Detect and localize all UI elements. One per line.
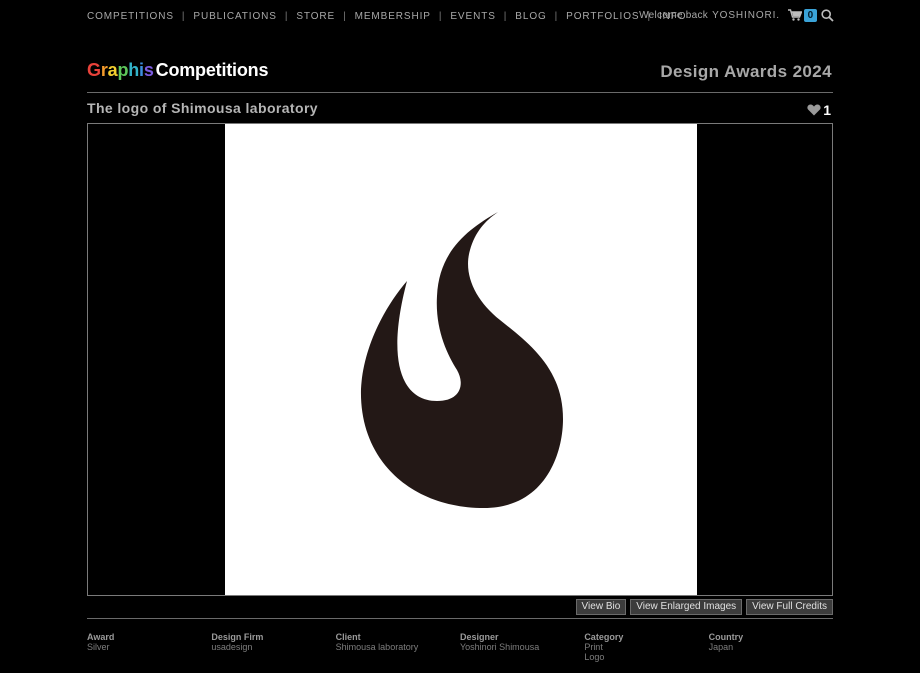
view-bio-button[interactable]: View Bio [575,599,627,615]
credit-value: Print [584,642,603,652]
credit-award: Award Silver [87,632,211,662]
flame-logo-icon [360,212,563,508]
nav-link-blog[interactable]: BLOG [515,11,546,22]
credit-label: Country [708,632,744,642]
nav-link-membership[interactable]: MEMBERSHIP [355,11,431,22]
entry-actions: View Bio View Enlarged Images View Full … [575,599,833,615]
credit-label: Category [584,632,624,642]
nav-link-competitions[interactable]: COMPETITIONS [87,11,174,22]
search-icon[interactable] [821,8,834,22]
image-viewer[interactable] [87,123,833,596]
credit-label: Designer [459,632,499,642]
nav-link-events[interactable]: EVENTS [450,11,495,22]
cart-count-badge[interactable]: 0 [804,8,817,22]
brand-competitions: Competitions [155,60,269,80]
view-full-credits-button[interactable]: View Full Credits [746,599,833,615]
brand-letter: G [87,60,101,80]
account-area: Welcome back YOSHINORI. 0 [639,8,834,22]
brand-letter: p [117,60,129,80]
credit-value: Shimousa laboratory [335,642,419,652]
nav-link-publications[interactable]: PUBLICATIONS [193,11,276,22]
credit-value: usadesign [211,642,253,652]
entry-title: The logo of Shimousa laboratory [87,100,318,116]
nav-separator: | [438,10,443,22]
credits-row: Award Silver Design Firm usadesign Client Shi… [87,632,833,662]
nav-separator: | [343,10,347,22]
brand-letter: r [100,60,108,80]
brand-letter: a [107,60,118,80]
credits-divider [87,618,833,619]
header-divider [87,92,833,93]
credit-value: Yoshinori Shimousa [459,642,540,652]
nav-separator: | [554,10,559,22]
username-link[interactable]: YOSHINORI. [712,10,780,21]
brand-letter: h [128,60,140,80]
credit-label: Award [87,632,115,642]
like-counter[interactable]: 1 [807,102,831,118]
entry-artwork[interactable] [225,124,697,595]
credit-country: Country Japan [709,632,833,662]
nav-separator: | [284,10,289,22]
heart-icon[interactable] [807,104,821,116]
nav-link-portfolios[interactable]: PORTFOLIOS [566,11,639,22]
credit-client: Client Shimousa laboratory [336,632,460,662]
like-count: 1 [823,102,831,118]
credit-design-firm: Design Firm usadesign [211,632,335,662]
credit-designer: Designer Yoshinori Shimousa [460,632,584,662]
graphis-competitions-logo[interactable]: Graphis Competitions [87,60,268,81]
brand-graphis: Graphis [87,60,154,81]
brand-letter: s [143,60,154,80]
welcome-text: Welcome back [639,9,709,21]
edition-title: Design Awards 2024 [660,62,832,81]
credit-value: Logo [584,652,605,662]
credit-value: Silver [87,642,110,652]
nav-separator: | [503,10,508,22]
credit-category: Category Print Logo [584,632,708,662]
nav-link-store[interactable]: STORE [296,11,335,22]
credit-label: Client [335,632,361,642]
credit-value: Japan [708,642,734,652]
top-navigation: COMPETITIONS | PUBLICATIONS | STORE | MEMBERSH… [87,10,686,22]
nav-separator: | [181,10,186,22]
credit-label: Design Firm [211,632,264,642]
view-enlarged-images-button[interactable]: View Enlarged Images [630,599,743,615]
cart-icon[interactable] [788,9,802,21]
